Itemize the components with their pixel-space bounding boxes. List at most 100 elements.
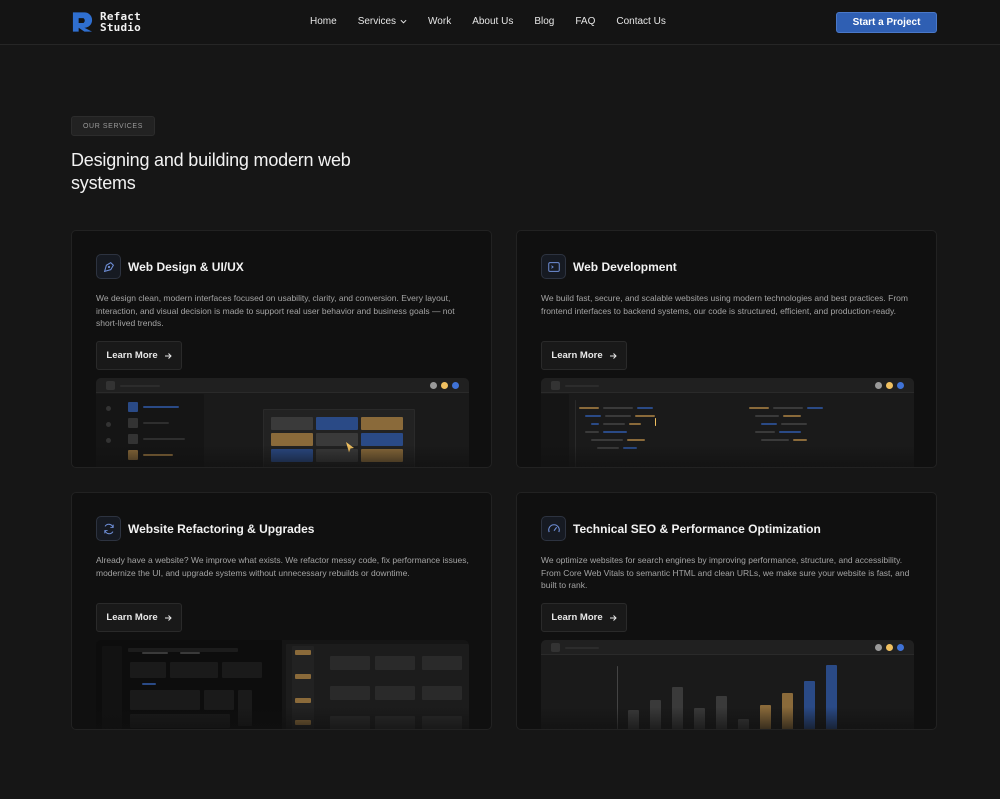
preview-before-text — [142, 652, 168, 654]
preview-window-bar — [541, 378, 914, 393]
section-badge: OUR SERVICES — [71, 116, 155, 136]
preview-after-card — [330, 656, 370, 670]
card-icon-box — [96, 254, 121, 279]
preview-app-icon — [551, 381, 560, 390]
preview-sidebar-dot — [106, 438, 111, 443]
card-title: Web Development — [573, 260, 677, 274]
window-controls — [875, 644, 904, 651]
preview-window-bar — [541, 640, 914, 655]
card-title: Website Refactoring & Upgrades — [128, 522, 315, 536]
learn-more-button[interactable]: Learn More — [96, 341, 182, 370]
section-heading: Designing and building modern web system… — [71, 150, 351, 193]
learn-more-button[interactable]: Learn More — [541, 341, 627, 370]
window-controls — [875, 382, 904, 389]
main-nav: Home Services Work About Us Blog FAQ Con… — [310, 16, 687, 27]
preview-title-placeholder — [565, 647, 599, 649]
preview-tile — [361, 417, 403, 430]
preview-fade — [96, 445, 469, 467]
preview-after-nav-item — [295, 674, 311, 679]
preview-after-card — [422, 656, 462, 670]
code-token — [761, 423, 777, 425]
learn-more-button[interactable]: Learn More — [96, 603, 182, 632]
window-dot-icon — [430, 382, 437, 389]
preview-list-text — [143, 406, 179, 408]
preview-sidebar-dot — [106, 422, 111, 427]
window-dot-icon — [897, 644, 904, 651]
code-token — [585, 431, 599, 433]
preview-app-icon — [551, 643, 560, 652]
code-token — [635, 415, 655, 417]
code-token — [637, 407, 653, 409]
code-token — [605, 415, 631, 417]
code-token — [629, 423, 641, 425]
code-token — [749, 407, 769, 409]
code-token — [585, 415, 601, 417]
preview-before-block — [222, 662, 262, 678]
preview-title-placeholder — [120, 385, 160, 387]
preview-after-card — [330, 686, 370, 700]
text-cursor-icon — [655, 418, 656, 426]
card-description: We design clean, modern interfaces focus… — [96, 293, 455, 328]
nav-about-us[interactable]: About Us — [472, 16, 513, 27]
gauge-icon — [547, 523, 560, 532]
code-token — [773, 407, 803, 409]
preview-before-text — [180, 652, 200, 654]
nav-work[interactable]: Work — [428, 16, 451, 27]
card-icon-box — [541, 254, 566, 279]
code-token — [755, 415, 779, 417]
code-preview — [541, 378, 914, 467]
performance-chart-preview — [541, 640, 914, 729]
preview-list-icon — [128, 418, 138, 428]
brand-name-line2: Studio — [100, 21, 141, 34]
preview-list-icon — [128, 402, 138, 412]
code-token — [579, 407, 599, 409]
nav-home[interactable]: Home — [310, 16, 337, 27]
card-icon-box — [541, 516, 566, 541]
code-token — [591, 423, 599, 425]
brand-name: Refact Studio — [100, 11, 141, 33]
code-token — [761, 439, 789, 441]
code-token — [783, 415, 801, 417]
card-title: Technical SEO & Performance Optimization — [573, 522, 821, 536]
nav-services[interactable]: Services — [358, 16, 407, 27]
window-dot-icon — [886, 382, 893, 389]
start-project-button[interactable]: Start a Project — [836, 12, 937, 33]
window-dot-icon — [886, 644, 893, 651]
brand-logo[interactable]: Refact Studio — [71, 10, 141, 34]
window-dot-icon — [897, 382, 904, 389]
arrow-right-icon — [609, 352, 617, 359]
code-token — [793, 439, 807, 441]
preview-fade — [541, 707, 914, 729]
code-token — [807, 407, 823, 409]
window-dot-icon — [875, 644, 882, 651]
card-description: We build fast, secure, and scalable webs… — [541, 293, 908, 316]
card-icon-box — [96, 516, 121, 541]
arrow-right-icon — [164, 352, 172, 359]
preview-list-icon — [128, 434, 138, 444]
code-token — [603, 407, 633, 409]
site-header: Refact Studio Home Services Work About U… — [0, 0, 1000, 45]
learn-more-label: Learn More — [106, 612, 158, 623]
preview-window-bar — [96, 378, 469, 393]
preview-before-block — [130, 662, 166, 678]
preview-after-card — [375, 656, 415, 670]
code-token — [603, 431, 627, 433]
preview-fade — [541, 445, 914, 467]
nav-faq[interactable]: FAQ — [575, 16, 595, 27]
nav-contact-us[interactable]: Contact Us — [616, 16, 665, 27]
before-after-preview — [96, 640, 469, 729]
service-card-web-development: Web Development We build fast, secure, a… — [516, 230, 937, 468]
code-token — [603, 423, 625, 425]
chevron-down-icon — [400, 19, 407, 24]
card-description: We optimize websites for search engines … — [541, 555, 910, 590]
learn-more-button[interactable]: Learn More — [541, 603, 627, 632]
preview-fade — [96, 707, 469, 729]
preview-before-block — [170, 662, 218, 678]
service-card-refactoring: Website Refactoring & Upgrades Already h… — [71, 492, 492, 730]
preview-list-text — [143, 422, 169, 424]
learn-more-label: Learn More — [551, 350, 603, 361]
preview-after-nav-item — [295, 650, 311, 655]
nav-blog[interactable]: Blog — [534, 16, 554, 27]
preview-after-card — [422, 686, 462, 700]
preview-after-card — [375, 686, 415, 700]
